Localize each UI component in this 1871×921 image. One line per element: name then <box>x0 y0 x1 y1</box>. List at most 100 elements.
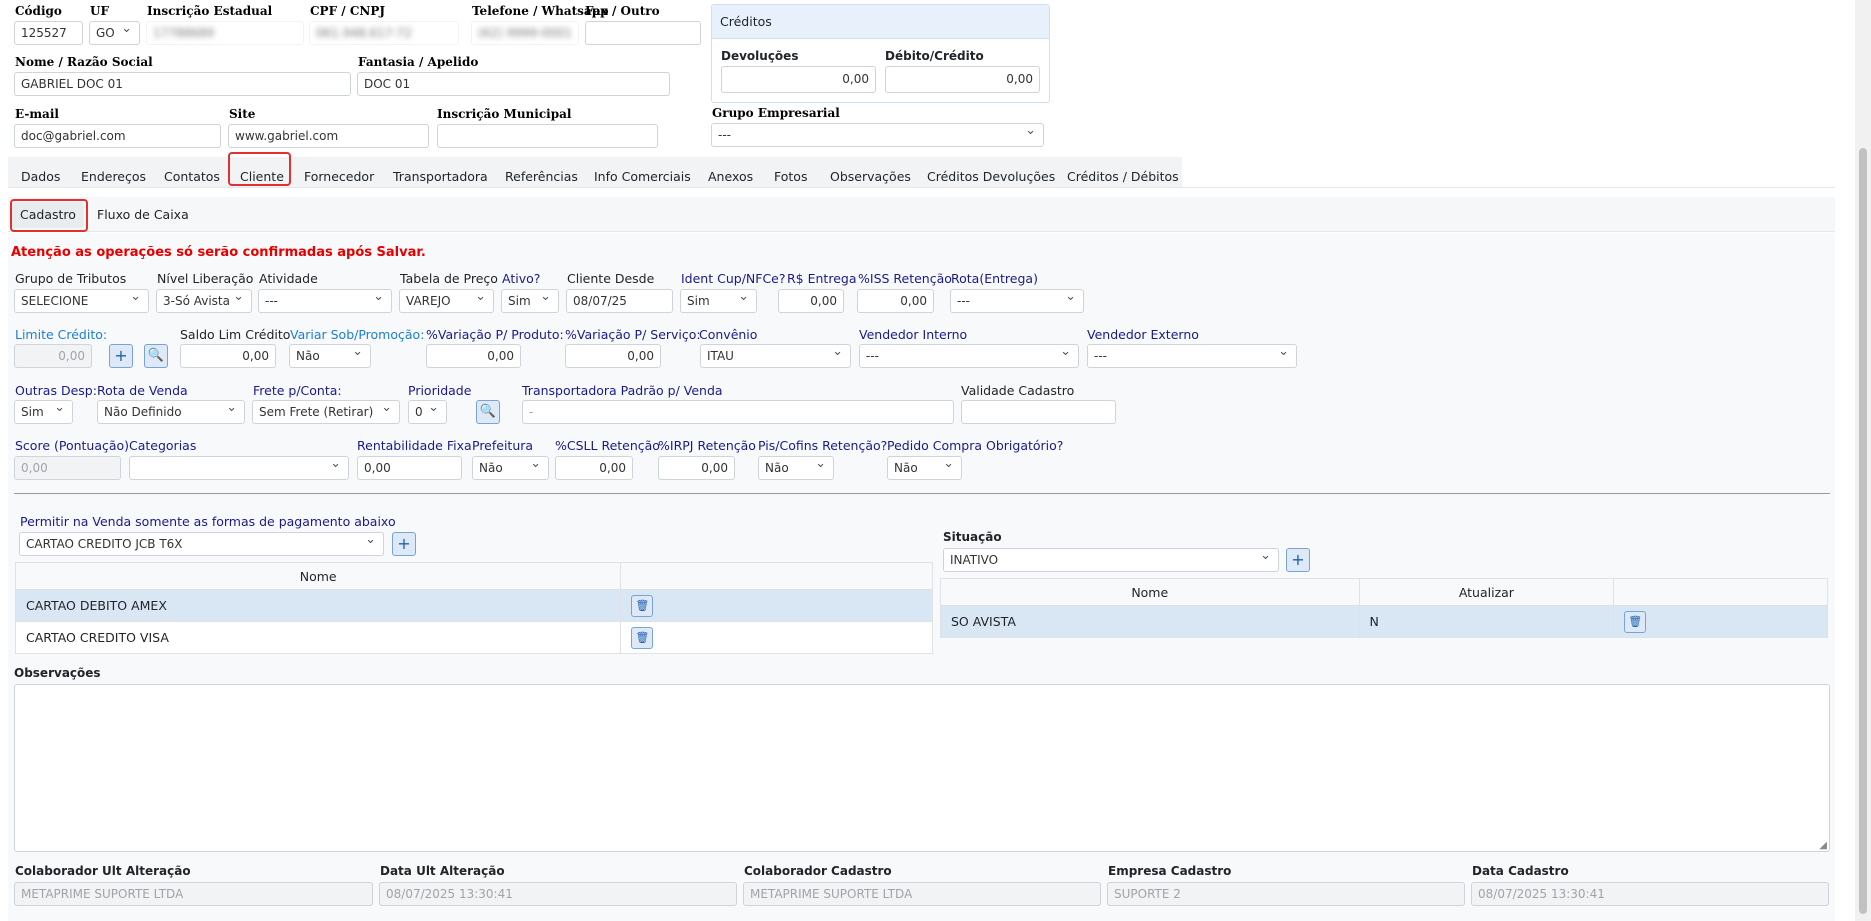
atividade-select[interactable]: --- <box>258 289 392 313</box>
im-field[interactable] <box>437 124 658 148</box>
tab-info-comerciais[interactable]: Info Comerciais <box>594 165 691 188</box>
frete-conta-label: Frete p/Conta: <box>253 383 342 398</box>
site-field[interactable]: www.gabriel.com <box>228 124 429 148</box>
prioridade-select[interactable]: 0 <box>408 400 447 424</box>
rota-entrega-select[interactable]: --- <box>950 289 1084 313</box>
limite-credito-field[interactable]: 0,00 <box>14 344 92 368</box>
transportadora-padrao-field[interactable]: - <box>522 400 954 424</box>
codigo-field[interactable]: 125527 <box>14 21 83 45</box>
variar-promocao-value: Não <box>296 349 320 363</box>
tab-creditos-debitos[interactable]: Créditos / Débitos <box>1067 165 1179 188</box>
tabela-preco-select[interactable]: VAREJO <box>399 289 494 313</box>
delete-button[interactable]: 🗑 <box>631 627 654 649</box>
pedido-compra-value: Não <box>894 461 918 475</box>
situacao-label: Situação <box>943 530 1002 544</box>
vendedor-interno-select[interactable]: --- <box>859 344 1079 368</box>
tab-enderecos[interactable]: Endereços <box>81 165 146 188</box>
subtab-fluxo-caixa[interactable]: Fluxo de Caixa <box>97 202 189 228</box>
fax-field[interactable] <box>585 21 701 45</box>
creditos-title: Créditos <box>712 5 1049 39</box>
validade-cadastro-field[interactable] <box>961 400 1116 424</box>
saldo-lim-field[interactable]: 0,00 <box>180 344 276 368</box>
vendedor-externo-select[interactable]: --- <box>1087 344 1297 368</box>
search-limite-button[interactable]: 🔍 <box>144 344 168 368</box>
delete-button[interactable]: 🗑 <box>631 595 654 617</box>
variacao-servico-field[interactable]: 0,00 <box>565 344 661 368</box>
csll-field[interactable]: 0,00 <box>555 456 633 480</box>
tab-anexos[interactable]: Anexos <box>708 165 753 188</box>
prefeitura-value: Não <box>479 461 503 475</box>
resize-handle-icon[interactable]: ◢ <box>1819 840 1827 851</box>
tab-fornecedor[interactable]: Fornecedor <box>304 165 374 188</box>
frete-conta-value: Sem Frete (Retirar) <box>259 405 374 419</box>
prefeitura-select[interactable]: Não <box>472 456 549 480</box>
cpf-field[interactable]: 061.948.617-72 <box>309 21 459 45</box>
variacao-produto-field[interactable]: 0,00 <box>426 344 521 368</box>
categorias-select[interactable] <box>129 456 349 480</box>
debito-credito-field[interactable]: 0,00 <box>885 66 1040 93</box>
tabela-preco-label: Tabela de Preço <box>400 271 498 286</box>
outras-desp-select[interactable]: Sim <box>14 400 73 424</box>
rota-venda-select[interactable]: Não Definido <box>97 400 245 424</box>
tab-referencias[interactable]: Referências <box>505 165 578 188</box>
uf-select[interactable]: GO <box>89 21 140 45</box>
pis-cofins-select[interactable]: Não <box>758 456 834 480</box>
cliente-desde-field[interactable]: 08/07/25 <box>566 289 673 313</box>
convenio-select[interactable]: ITAU <box>700 344 851 368</box>
ie-field[interactable]: 17788689 <box>146 21 304 45</box>
nome-field[interactable]: GABRIEL DOC 01 <box>14 72 351 96</box>
situacao-acao-cell: 🗑 <box>1613 605 1828 638</box>
situacao-select[interactable]: INATIVO <box>943 548 1279 572</box>
ident-cup-select[interactable]: Sim <box>680 289 757 313</box>
scrollbar-track[interactable] <box>1855 0 1871 921</box>
score-field[interactable]: 0,00 <box>14 456 121 480</box>
grupo-empresarial-value: --- <box>718 128 731 142</box>
irpj-field[interactable]: 0,00 <box>658 456 735 480</box>
pedido-compra-select[interactable]: Não <box>887 456 962 480</box>
tab-creditos-devolucoes[interactable]: Créditos Devoluções <box>927 165 1055 188</box>
variacao-servico-label: %Variação P/ Serviço: <box>565 327 701 342</box>
tab-contatos[interactable]: Contatos <box>164 165 220 188</box>
add-forma-pagamento-button[interactable]: + <box>392 532 416 556</box>
email-field[interactable]: doc@gabriel.com <box>14 124 221 148</box>
iss-retencao-label: %ISS Retenção <box>858 271 952 286</box>
tab-transportadora[interactable]: Transportadora <box>393 165 488 188</box>
ativo-select[interactable]: Sim <box>501 289 559 313</box>
variar-promocao-select[interactable]: Não <box>289 344 371 368</box>
tab-dados[interactable]: Dados <box>21 165 60 188</box>
scrollbar-thumb[interactable] <box>1859 148 1867 914</box>
grupo-empresarial-select[interactable]: --- <box>711 123 1044 147</box>
table-row[interactable]: CARTAO CREDITO VISA 🗑 <box>14 621 933 654</box>
tab-fotos[interactable]: Fotos <box>774 165 807 188</box>
empresa-cadastro-field: SUPORTE 2 <box>1107 882 1465 906</box>
im-label: Inscrição Municipal <box>437 107 572 121</box>
telefone-field[interactable]: (62) 9999-0001 <box>471 21 579 45</box>
table-row[interactable]: CARTAO DEBITO AMEX 🗑 <box>14 589 933 622</box>
observacoes-textarea[interactable]: ◢ <box>14 684 1830 852</box>
colab-alteracao-field: METAPRIME SUPORTE LTDA <box>14 882 373 906</box>
grupo-tributos-select[interactable]: SELECIONE <box>14 289 149 313</box>
delete-button[interactable]: 🗑 <box>1624 611 1647 633</box>
formas-pagamento-select[interactable]: CARTAO CREDITO JCB T6X <box>19 532 384 556</box>
pedido-compra-label: Pedido Compra Obrigatório? <box>887 438 1064 453</box>
nivel-liberacao-select[interactable]: 3-Só Avista <box>156 289 252 313</box>
table-row[interactable]: SO AVISTA N 🗑 <box>940 605 1828 638</box>
forma-nome: CARTAO DEBITO AMEX <box>14 589 622 622</box>
nome-label: Nome / Razão Social <box>15 55 153 69</box>
tab-observacoes[interactable]: Observações <box>830 165 911 188</box>
frete-conta-select[interactable]: Sem Frete (Retirar) <box>252 400 400 424</box>
iss-retencao-field[interactable]: 0,00 <box>857 289 934 313</box>
saldo-lim-label: Saldo Lim Crédito <box>180 327 291 342</box>
add-limite-button[interactable]: + <box>109 344 133 368</box>
trash-icon: 🗑 <box>1628 615 1643 628</box>
ativo-label: Ativo? <box>502 271 541 286</box>
fantasia-field[interactable]: DOC 01 <box>357 72 670 96</box>
situacao-table: Nome Atualizar SO AVISTA N 🗑 <box>940 578 1828 638</box>
add-situacao-button[interactable]: + <box>1286 548 1310 572</box>
rentabilidade-field[interactable]: 0,00 <box>357 456 462 480</box>
fax-label: Fax / Outro <box>585 4 660 18</box>
devolucoes-field[interactable]: 0,00 <box>721 66 876 93</box>
search-transportadora-button[interactable]: 🔍 <box>476 400 500 424</box>
rs-entrega-field[interactable]: 0,00 <box>778 289 844 313</box>
convenio-value: ITAU <box>707 349 734 363</box>
